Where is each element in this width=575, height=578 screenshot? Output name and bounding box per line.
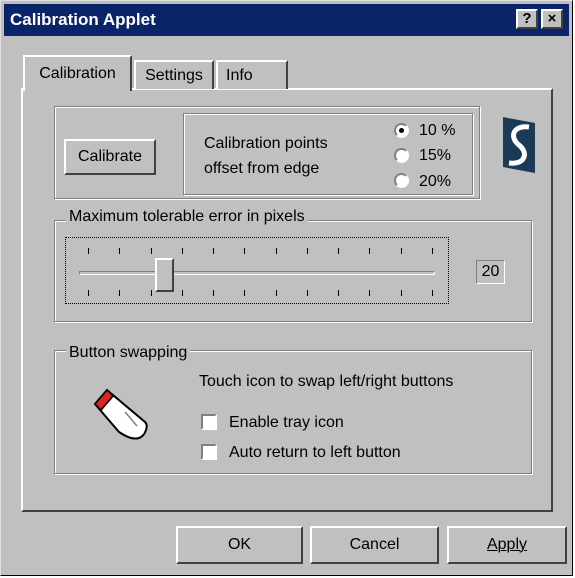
slider-tick: [307, 290, 308, 296]
offset-label-line2: offset from edge: [204, 160, 320, 177]
help-button[interactable]: ?: [516, 9, 538, 29]
slider-tick: [276, 290, 277, 296]
slider-tick: [182, 248, 183, 254]
apply-button[interactable]: Apply: [447, 526, 567, 564]
slider-tick: [151, 290, 152, 296]
pen-mouse-icon[interactable]: [85, 382, 155, 444]
slider-tick: [369, 248, 370, 254]
radio-15-percent[interactable]: [394, 148, 409, 163]
slider-focus-rect: [65, 237, 449, 304]
offset-label-line1: Calibration points: [204, 135, 328, 152]
slider-tick: [213, 290, 214, 296]
calibrate-button[interactable]: Calibrate: [64, 139, 156, 175]
radio-20-label: 20%: [419, 173, 452, 190]
window-title: Calibration Applet: [10, 10, 156, 29]
slider-tick: [88, 290, 89, 296]
apply-label: Apply: [486, 536, 528, 553]
slider-tick: [119, 290, 120, 296]
slider-tick: [307, 248, 308, 254]
error-value-display: 20: [476, 260, 505, 284]
slider-track: [79, 271, 435, 275]
button-swapping-label: Button swapping: [66, 344, 191, 362]
tab-info[interactable]: Info: [216, 60, 288, 89]
slider-tick: [401, 248, 402, 254]
slider-tick: [244, 290, 245, 296]
slider-tick: [151, 248, 152, 254]
slider-tick: [276, 248, 277, 254]
calibration-applet-window: Calibration Applet ? × Calibration Setti…: [0, 0, 573, 576]
slider-tick: [401, 290, 402, 296]
auto-return-label: Auto return to left button: [229, 444, 401, 461]
radio-10-percent[interactable]: [394, 123, 409, 138]
max-error-label: Maximum tolerable error in pixels: [66, 208, 308, 226]
title-bar[interactable]: Calibration Applet ? ×: [4, 4, 569, 36]
slider-tick: [369, 290, 370, 296]
radio-selected-dot: [399, 128, 404, 133]
slider-tick: [119, 248, 120, 254]
tab-calibration[interactable]: Calibration: [23, 55, 132, 91]
enable-tray-label: Enable tray icon: [229, 414, 344, 431]
slider-tick: [432, 290, 433, 296]
auto-return-checkbox[interactable]: [201, 444, 217, 460]
close-button[interactable]: ×: [541, 9, 563, 29]
slider-tick: [244, 248, 245, 254]
slider-tick: [182, 290, 183, 296]
slider-thumb[interactable]: [154, 258, 174, 292]
slider-tick: [432, 248, 433, 254]
swap-instruction: Touch icon to swap left/right buttons: [199, 373, 454, 390]
slider-tick: [213, 248, 214, 254]
slider-tick: [88, 248, 89, 254]
s-logo-icon: [503, 117, 535, 173]
tab-settings[interactable]: Settings: [134, 60, 214, 89]
radio-10-label: 10 %: [419, 122, 456, 139]
ok-button[interactable]: OK: [176, 526, 303, 564]
radio-15-label: 15%: [419, 147, 452, 164]
enable-tray-checkbox[interactable]: [201, 414, 217, 430]
slider-tick: [338, 248, 339, 254]
cancel-button[interactable]: Cancel: [310, 526, 439, 564]
radio-20-percent[interactable]: [394, 173, 409, 188]
slider-tick: [338, 290, 339, 296]
